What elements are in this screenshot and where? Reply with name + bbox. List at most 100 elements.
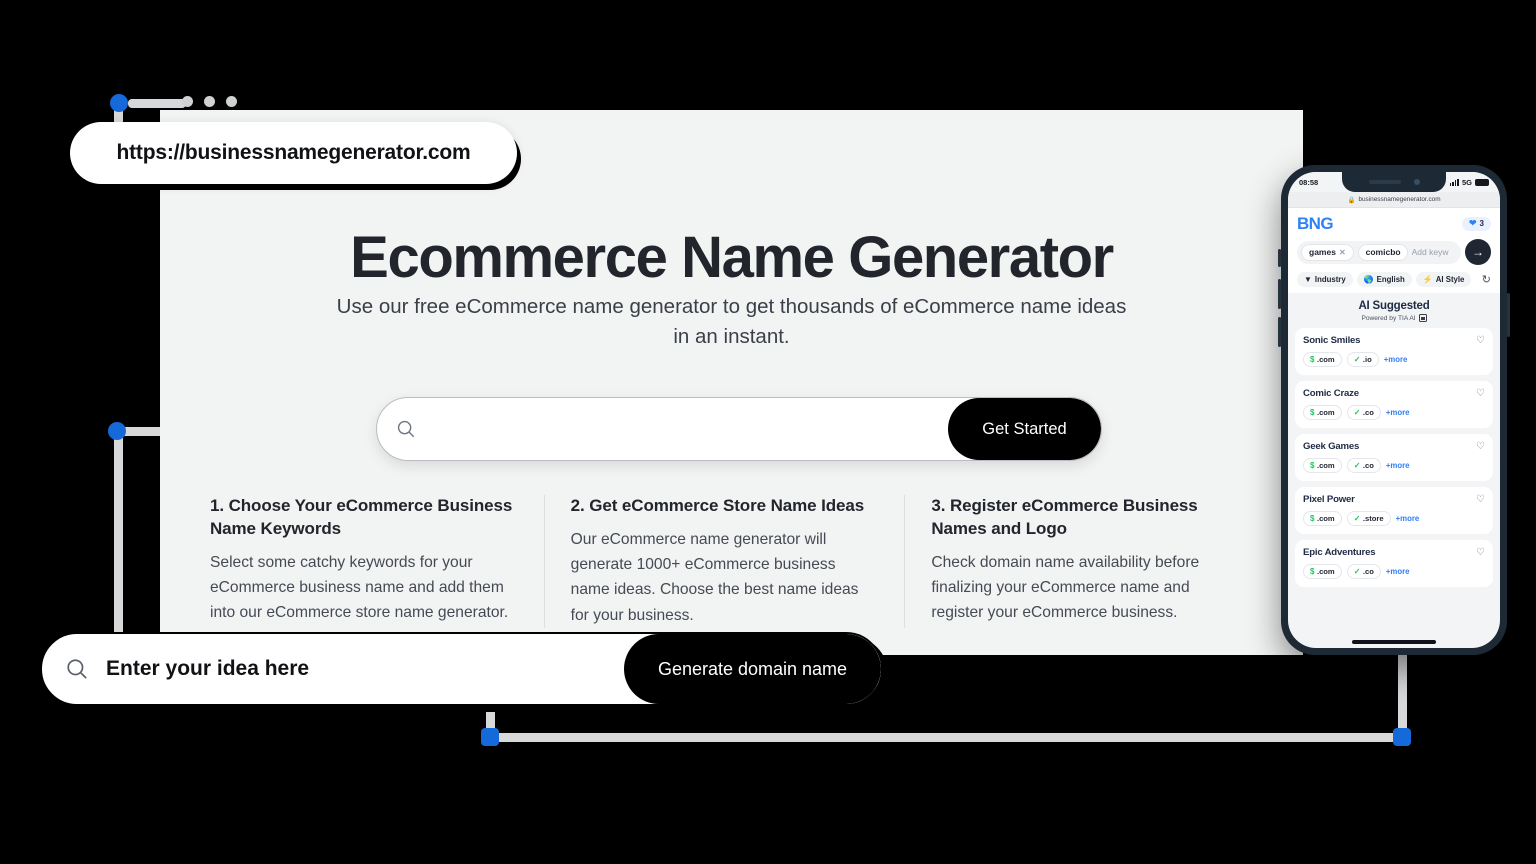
domain-tag-label: .co: [1362, 408, 1374, 417]
heart-outline-icon[interactable]: ♡: [1476, 494, 1485, 505]
favorites-count: 3: [1479, 219, 1484, 228]
phone-address-bar[interactable]: 🔒 businessnamegenerator.com: [1288, 192, 1500, 208]
chip-icon: [1418, 314, 1427, 322]
battery-icon: [1475, 178, 1489, 186]
name-card-header: Epic Adventures ♡: [1303, 547, 1485, 558]
globe-icon: 🌎: [1363, 275, 1374, 284]
heart-outline-icon[interactable]: ♡: [1476, 547, 1485, 558]
phone-url-text: businessnamegenerator.com: [1358, 196, 1441, 203]
domain-tag[interactable]: ✓ .co: [1346, 458, 1381, 473]
keyword-chip[interactable]: games ✕: [1301, 243, 1354, 261]
traffic-light-dot: [182, 96, 193, 107]
price-icon: $: [1310, 461, 1315, 470]
price-icon: $: [1310, 408, 1315, 417]
more-domains-link[interactable]: +more: [1386, 461, 1410, 470]
domain-tag[interactable]: $ .com: [1303, 564, 1342, 579]
brand-row: BNG ❤ 3: [1297, 215, 1491, 232]
favorites-badge[interactable]: ❤ 3: [1462, 216, 1491, 231]
domain-tag-label: .com: [1316, 355, 1335, 364]
step-item: 3. Register eCommerce Business Names and…: [904, 495, 1265, 628]
domain-tag[interactable]: $ .com: [1303, 352, 1342, 367]
domain-tag-label: .com: [1316, 461, 1335, 470]
domain-tag-label: .co: [1362, 461, 1374, 470]
more-domains-link[interactable]: +more: [1386, 567, 1410, 576]
keyword-chip-label: games: [1309, 247, 1336, 257]
domain-tag[interactable]: ✓ .store: [1346, 511, 1391, 526]
home-indicator: [1352, 640, 1436, 644]
filter-language-button[interactable]: 🌎 English: [1356, 272, 1412, 287]
step-item: 2. Get eCommerce Store Name Ideas Our eC…: [543, 495, 905, 628]
refresh-icon[interactable]: ↻: [1482, 273, 1491, 286]
connector-line-search-vertical: [114, 431, 123, 666]
section-subtitle-row: Powered by TIA AI: [1288, 314, 1500, 322]
section-subtitle: Powered by TIA AI: [1361, 314, 1416, 322]
check-icon: ✓: [1353, 408, 1361, 417]
brand-logo[interactable]: BNG: [1297, 215, 1334, 232]
close-icon[interactable]: ✕: [1339, 248, 1346, 257]
idea-bar-container: Generate domain name: [40, 632, 888, 712]
get-started-button[interactable]: Get Started: [948, 398, 1101, 460]
search-icon: [397, 420, 415, 438]
name-card-header: Sonic Smiles ♡: [1303, 335, 1485, 346]
filter-row: ▼ Industry 🌎 English ⚡ AI Style ↻: [1297, 272, 1491, 287]
phone-volume-up-button: [1278, 279, 1281, 309]
bolt-icon: ⚡: [1422, 275, 1433, 284]
domain-tag[interactable]: ✓ .co: [1346, 564, 1381, 579]
filter-label: Industry: [1314, 275, 1346, 284]
heart-outline-icon[interactable]: ♡: [1476, 441, 1485, 452]
more-domains-link[interactable]: +more: [1396, 514, 1420, 523]
check-icon: ✓: [1353, 567, 1361, 576]
hero-search-input[interactable]: [417, 419, 948, 439]
domain-tag-label: .co: [1362, 567, 1374, 576]
step-heading: 1. Choose Your eCommerce Business Name K…: [210, 496, 513, 538]
screenshot-canvas: Ecommerce Name Generator Use our free eC…: [0, 0, 1536, 864]
connector-dot-search: [108, 422, 126, 440]
search-icon: [67, 659, 87, 679]
filter-industry-button[interactable]: ▼ Industry: [1297, 272, 1353, 287]
heart-outline-icon[interactable]: ♡: [1476, 388, 1485, 399]
domain-tag[interactable]: $ .com: [1303, 405, 1342, 420]
earpiece-speaker: [1368, 180, 1401, 184]
name-card[interactable]: Epic Adventures ♡ $ .com ✓ .co +more: [1295, 540, 1493, 587]
domain-tag[interactable]: ✓ .io: [1346, 352, 1379, 367]
price-icon: $: [1310, 355, 1315, 364]
keyword-chip-box[interactable]: games ✕ comicbo Add keyw: [1297, 240, 1461, 264]
more-domains-link[interactable]: +more: [1384, 355, 1408, 364]
arrow-right-icon[interactable]: →: [1465, 239, 1491, 265]
more-domains-link[interactable]: +more: [1386, 408, 1410, 417]
page-title: Ecommerce Name Generator: [350, 225, 1114, 290]
domain-tag-label: .com: [1316, 567, 1335, 576]
heart-outline-icon[interactable]: ♡: [1476, 335, 1485, 346]
step-heading: 3. Register eCommerce Business Names and…: [931, 496, 1198, 538]
name-card[interactable]: Geek Games ♡ $ .com ✓ .co +more: [1295, 434, 1493, 481]
url-text: https://businessnamegenerator.com: [116, 141, 471, 164]
domain-tag[interactable]: ✓ .co: [1346, 405, 1381, 420]
domain-tag[interactable]: $ .com: [1303, 511, 1342, 526]
connector-line-top: [128, 99, 186, 108]
idea-input[interactable]: [90, 657, 624, 681]
address-bar-pill[interactable]: https://businessnamegenerator.com: [70, 122, 517, 184]
browser-window: Ecommerce Name Generator Use our free eC…: [160, 96, 1303, 655]
lock-icon: 🔒: [1347, 196, 1356, 204]
domain-tag[interactable]: $ .com: [1303, 458, 1342, 473]
generate-domain-name-button[interactable]: Generate domain name: [624, 634, 881, 704]
idea-search-bar[interactable]: Generate domain name: [40, 632, 883, 706]
phone-screen: 08:58 5G 🔒 businessnamegenerator.com BNG: [1288, 172, 1500, 648]
keyword-chip[interactable]: comicbo: [1357, 243, 1408, 261]
name-card[interactable]: Pixel Power ♡ $ .com ✓ .store +more: [1295, 487, 1493, 534]
signal-bars-icon: [1449, 178, 1459, 186]
name-card[interactable]: Sonic Smiles ♡ $ .com ✓ .io +more: [1295, 328, 1493, 375]
traffic-light-dot: [226, 96, 237, 107]
filter-icon: ▼: [1304, 275, 1312, 284]
name-card[interactable]: Comic Craze ♡ $ .com ✓ .co +more: [1295, 381, 1493, 428]
step-body: Select some catchy keywords for your eCo…: [210, 553, 509, 622]
check-icon: ✓: [1353, 461, 1361, 470]
name-card-title: Comic Craze: [1303, 388, 1359, 399]
filter-ai-style-button[interactable]: ⚡ AI Style: [1415, 272, 1472, 287]
name-card-title: Geek Games: [1303, 441, 1360, 452]
price-icon: $: [1310, 567, 1315, 576]
hero-search-bar[interactable]: Get Started: [376, 397, 1102, 461]
ai-suggested-header: AI Suggested Powered by TIA AI: [1288, 293, 1500, 328]
keyword-placeholder[interactable]: Add keyw: [1412, 247, 1457, 257]
price-icon: $: [1310, 514, 1315, 523]
